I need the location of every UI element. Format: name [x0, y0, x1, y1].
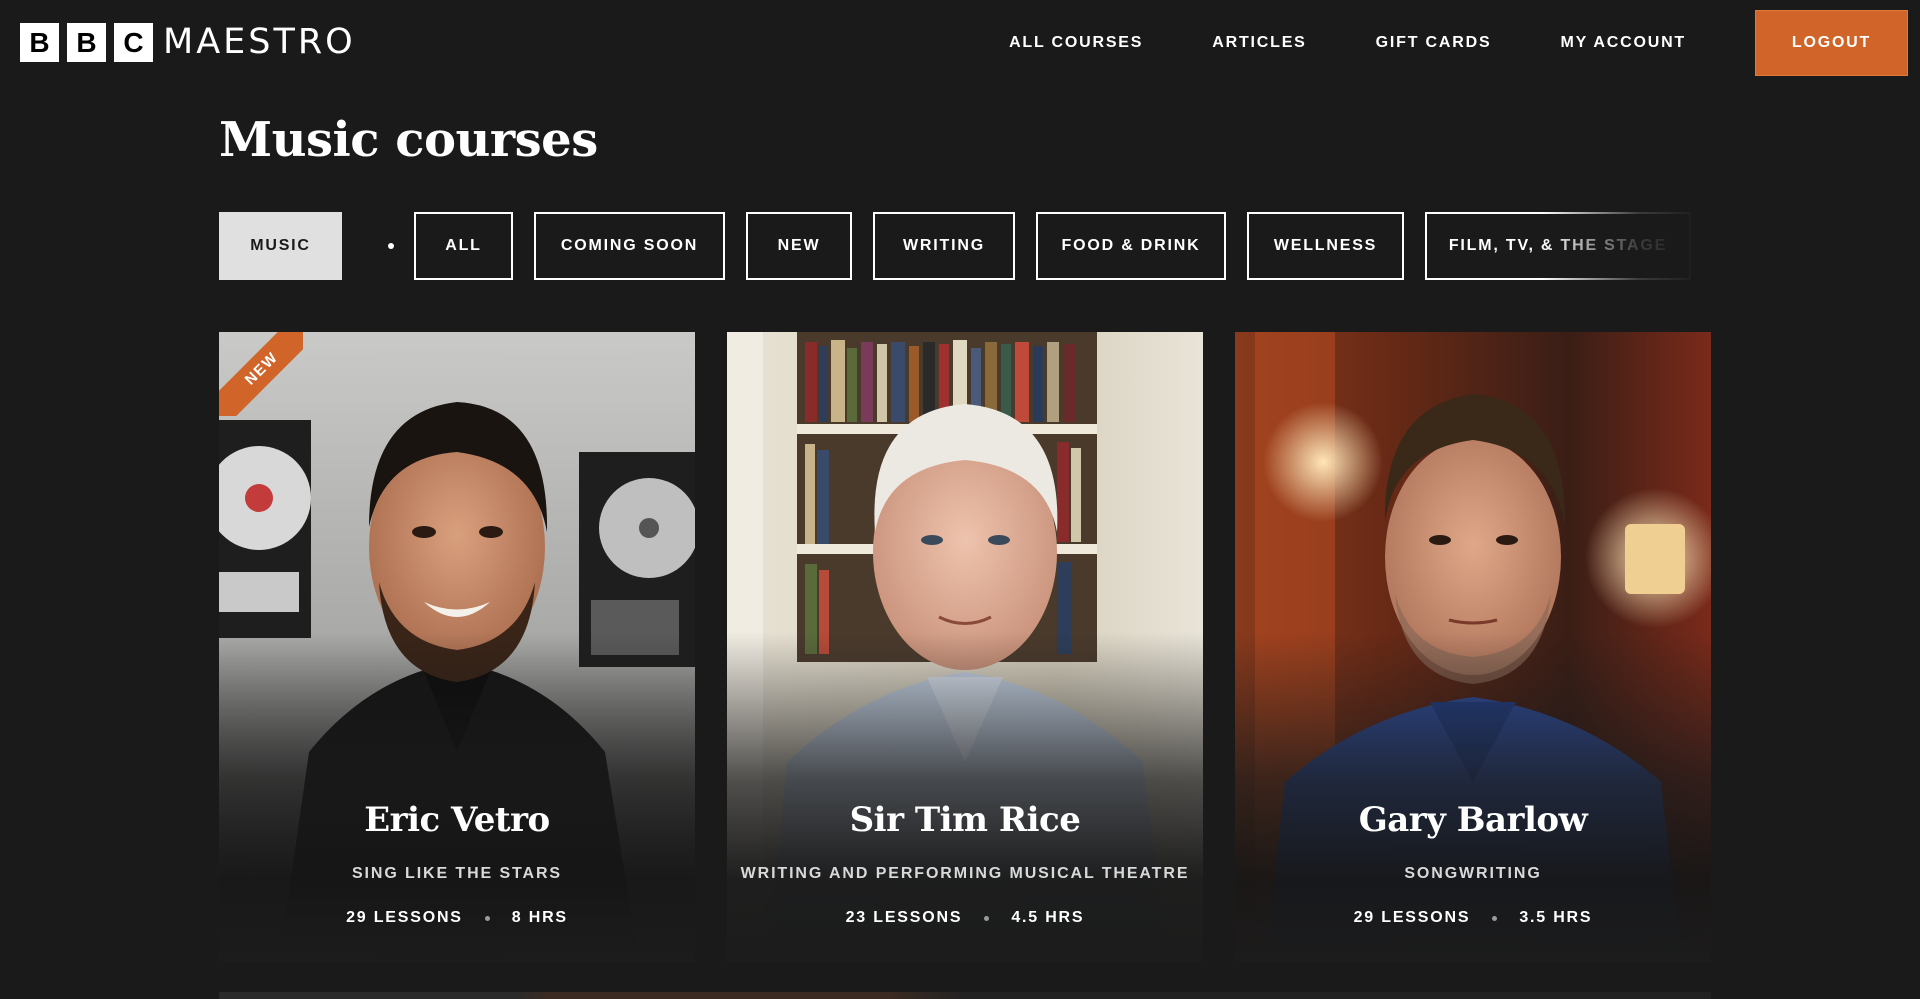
filter-music[interactable]: MUSIC: [219, 212, 342, 280]
instructor-name: Eric Vetro: [364, 800, 550, 840]
meta-separator-dot: [984, 915, 990, 921]
course-meta: 23 LESSONS 4.5 HRS: [727, 909, 1203, 927]
course-duration: 4.5 HRS: [1011, 909, 1085, 926]
course-card-tim-rice[interactable]: Sir Tim Rice WRITING AND PERFORMING MUSI…: [727, 332, 1203, 962]
logo-block-c: C: [114, 23, 153, 62]
course-duration: 8 HRS: [511, 909, 568, 926]
course-card-gary-barlow[interactable]: Gary Barlow SONGWRITING 29 LESSONS 3.5 H…: [1235, 332, 1711, 962]
course-subtitle: SONGWRITING: [1404, 865, 1542, 882]
main-nav: ALL COURSES ARTICLES GIFT CARDS MY ACCOU…: [1009, 0, 1910, 86]
page-title: Music courses: [219, 112, 598, 168]
course-grid: NEW Eric Vetro SING LIKE THE STARS 29 LE…: [219, 332, 1711, 962]
filter-new[interactable]: NEW: [746, 212, 852, 280]
filter-separator-dot: [388, 243, 394, 249]
meta-separator-dot: [484, 915, 490, 921]
meta-separator-dot: [1492, 915, 1498, 921]
logo-wordmark: MAESTRO: [163, 22, 356, 62]
logout-button[interactable]: LOGOUT: [1755, 10, 1908, 76]
instructor-name: Gary Barlow: [1358, 800, 1588, 840]
new-badge-label: NEW: [219, 332, 303, 416]
site-header: B B C MAESTRO ALL COURSES ARTICLES GIFT …: [0, 0, 1920, 86]
category-filters: MUSIC ALL COMING SOON NEW WRITING FOOD &…: [219, 212, 1702, 280]
course-subtitle: SING LIKE THE STARS: [351, 865, 563, 882]
filter-all[interactable]: ALL: [414, 212, 513, 280]
lesson-count: 29 LESSONS: [346, 909, 463, 926]
filter-coming-soon[interactable]: COMING SOON: [534, 212, 725, 280]
instructor-name: Sir Tim Rice: [849, 800, 1081, 840]
nav-articles[interactable]: ARTICLES: [1212, 34, 1306, 52]
filter-writing[interactable]: WRITING: [873, 212, 1015, 280]
new-ribbon: NEW: [219, 332, 303, 416]
course-subtitle: WRITING AND PERFORMING MUSICAL THEATRE: [740, 865, 1190, 882]
logo-block-b1: B: [20, 23, 59, 62]
next-row-cards-peek: [219, 992, 1711, 999]
bbc-maestro-logo[interactable]: B B C MAESTRO: [20, 23, 356, 62]
course-meta: 29 LESSONS 8 HRS: [219, 909, 695, 927]
course-duration: 3.5 HRS: [1519, 909, 1593, 926]
filter-film-tv-stage[interactable]: FILM, TV, & THE STAGE: [1425, 212, 1691, 280]
lesson-count: 29 LESSONS: [1353, 909, 1471, 926]
filter-wellness[interactable]: WELLNESS: [1247, 212, 1404, 280]
lesson-count: 23 LESSONS: [845, 909, 963, 926]
filter-food-drink[interactable]: FOOD & DRINK: [1036, 212, 1226, 280]
nav-my-account[interactable]: MY ACCOUNT: [1560, 34, 1686, 52]
logo-block-b2: B: [67, 23, 106, 62]
course-card-eric-vetro[interactable]: NEW Eric Vetro SING LIKE THE STARS 29 LE…: [219, 332, 695, 962]
nav-gift-cards[interactable]: GIFT CARDS: [1376, 34, 1492, 52]
nav-all-courses[interactable]: ALL COURSES: [1009, 34, 1143, 52]
course-meta: 29 LESSONS 3.5 HRS: [1235, 909, 1711, 927]
